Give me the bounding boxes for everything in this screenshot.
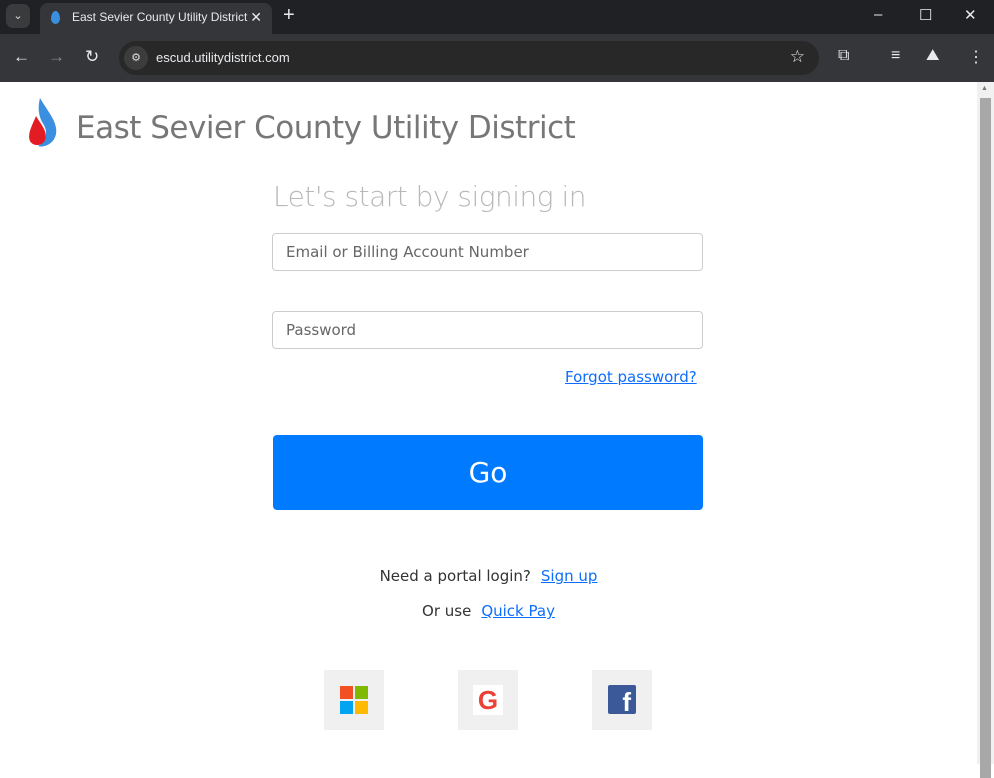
scrollbar[interactable]: ▲	[977, 82, 994, 778]
logo-icon	[29, 98, 57, 147]
forward-button[interactable]: →	[48, 47, 65, 67]
page-heading: Let's start by signing in	[273, 180, 587, 213]
url-text[interactable]: escud.utilitydistrict.com	[156, 50, 290, 65]
facebook-login-button[interactable]: f	[592, 670, 652, 730]
signup-line: Need a portal login? Sign up	[0, 567, 977, 585]
scrollbar-thumb[interactable]	[980, 98, 991, 778]
microsoft-login-button[interactable]	[324, 670, 384, 730]
microsoft-icon	[340, 686, 368, 714]
site-title: East Sevier County Utility District	[76, 110, 576, 146]
profile-icon[interactable]: ⛰	[926, 47, 939, 65]
new-tab-button[interactable]: +	[283, 4, 295, 27]
close-tab-icon[interactable]: ✕	[250, 3, 262, 32]
address-bar[interactable]: ⚙ escud.utilitydistrict.com ☆	[119, 41, 819, 75]
facebook-icon: f	[608, 685, 636, 717]
browser-toolbar: ← → ↻ ⚙ escud.utilitydistrict.com ☆ ⧉ ≡ …	[0, 34, 994, 82]
password-field[interactable]	[272, 311, 703, 349]
tab-bar: ⌄ East Sevier County Utility District ✕ …	[0, 0, 994, 34]
bookmark-star-icon[interactable]: ☆	[790, 47, 805, 67]
quickpay-prompt: Or use	[422, 602, 472, 620]
scroll-up-icon[interactable]: ▲	[981, 85, 988, 92]
forgot-password-link[interactable]: Forgot password?	[565, 368, 697, 386]
quickpay-link[interactable]: Quick Pay	[481, 602, 555, 620]
go-button[interactable]: Go	[273, 435, 703, 510]
menu-icon[interactable]: ⋮	[968, 47, 984, 67]
maximize-button[interactable]: ☐	[919, 6, 932, 24]
extensions-icon[interactable]: ⧉	[838, 47, 849, 65]
favicon-icon	[51, 11, 60, 24]
email-field[interactable]	[272, 233, 703, 271]
google-icon: G	[473, 685, 503, 715]
tab-title: East Sevier County Utility District	[72, 10, 248, 24]
close-window-button[interactable]: ✕	[964, 6, 977, 24]
tab-active[interactable]: East Sevier County Utility District ✕	[40, 3, 272, 34]
google-login-button[interactable]: G	[458, 670, 518, 730]
tab-search-button[interactable]: ⌄	[6, 4, 30, 28]
signup-prompt: Need a portal login?	[379, 567, 531, 585]
back-button[interactable]: ←	[13, 47, 30, 67]
signup-link[interactable]: Sign up	[541, 567, 598, 585]
quickpay-line: Or use Quick Pay	[0, 602, 977, 620]
reload-button[interactable]: ↻	[85, 47, 99, 67]
site-info-icon[interactable]: ⚙	[124, 46, 148, 70]
media-control-icon[interactable]: ≡	[891, 47, 900, 65]
minimize-button[interactable]: –	[874, 6, 882, 23]
